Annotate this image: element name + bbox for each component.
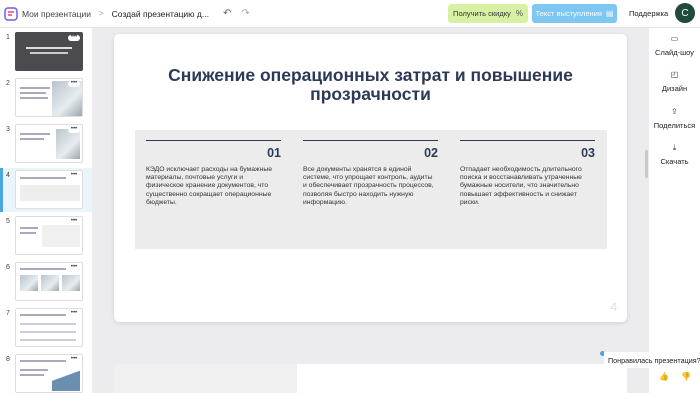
thumbnail-number: 1 [6, 34, 10, 41]
thumbs-up-icon[interactable]: 👍 [659, 372, 669, 381]
thumbnail-number: 3 [6, 126, 10, 133]
more-options-icon[interactable]: ••• [68, 126, 80, 133]
more-options-icon[interactable]: ••• [68, 80, 80, 87]
thumbnail-preview[interactable]: ••• [15, 32, 83, 71]
slideshow-label: Слайд-шоу [655, 48, 694, 57]
speech-text-button[interactable]: Текст выступления ▤ [532, 4, 617, 23]
column-divider [303, 140, 438, 141]
download-button[interactable]: ⤓ Скачать [649, 143, 700, 166]
design-button[interactable]: ◰ Дизайн [649, 70, 700, 93]
presentation-title[interactable]: Создай презентацию д... [112, 9, 209, 19]
monitor-icon: ▭ [670, 34, 679, 43]
more-options-icon[interactable]: ••• [68, 310, 80, 317]
thumbnail-number: 5 [6, 218, 10, 225]
column-number: 03 [581, 146, 595, 160]
column-number: 02 [424, 146, 438, 160]
column-text[interactable]: Все документы хранятся в единой системе,… [303, 166, 438, 207]
share-button[interactable]: ⇪ Поделиться [649, 107, 700, 130]
thumbnail-preview[interactable]: ••• [15, 354, 83, 393]
slide-canvas[interactable]: Снижение операционных затрат и повышение… [114, 34, 627, 322]
slide-thumbnails-panel: 1 ••• 2 ••• 3 ••• 4 ••• 5 ••• 6 ••• 7 ••… [0, 28, 92, 393]
column-text[interactable]: КЭДО исключает расходы на бумажные матер… [146, 166, 281, 207]
next-slide-panel [114, 364, 297, 393]
next-slide-preview[interactable] [114, 364, 627, 393]
column-divider [146, 140, 281, 141]
thumbnail-slide-3[interactable]: 3 ••• [0, 122, 92, 166]
column-number: 01 [267, 146, 281, 160]
thumbnail-slide-1[interactable]: 1 ••• [0, 30, 92, 74]
chevron-right-icon: > [99, 9, 104, 18]
thumbnail-number: 8 [6, 356, 10, 363]
more-options-icon[interactable]: ••• [68, 172, 80, 179]
download-icon: ⤓ [672, 143, 677, 152]
design-label: Дизайн [661, 84, 688, 93]
thumbnail-slide-8[interactable]: 8 ••• [0, 352, 92, 393]
more-options-icon[interactable]: ••• [68, 356, 80, 363]
top-bar: Мои презентации > Создай презентацию д..… [0, 0, 700, 28]
speech-icon: ▤ [605, 9, 614, 18]
share-icon: ⇪ [671, 107, 678, 116]
thumbnail-number: 6 [6, 264, 10, 271]
thumbnail-number: 2 [6, 80, 10, 87]
percent-icon: % [515, 9, 523, 18]
thumbs-down-icon[interactable]: 👎 [681, 372, 691, 381]
more-options-icon[interactable]: ••• [68, 218, 80, 225]
slideshow-button[interactable]: ▭ Слайд-шоу [649, 34, 700, 57]
column-text[interactable]: Отпадает необходимость длительного поиск… [460, 166, 595, 207]
thumbnail-preview[interactable]: ••• [15, 78, 83, 117]
get-discount-button[interactable]: Получить скидку % [448, 4, 528, 23]
column-divider [460, 140, 595, 141]
thumbnail-preview[interactable]: ••• [15, 262, 83, 301]
feedback-prompt: Понравилась презентация? [604, 352, 700, 368]
thumbnail-preview[interactable]: ••• [15, 216, 83, 255]
thumbnail-preview[interactable]: ••• [15, 124, 83, 163]
undo-icon[interactable]: ↶ [223, 8, 231, 19]
thumbnail-number: 4 [6, 172, 10, 179]
right-toolbar: ▭ Слайд-шоу ◰ Дизайн ⇪ Поделиться ⤓ Скач… [649, 28, 700, 393]
app-logo-icon[interactable] [4, 6, 18, 21]
thumbnail-slide-7[interactable]: 7 ••• [0, 306, 92, 350]
speech-text-label: Текст выступления [535, 9, 602, 18]
thumbnail-number: 7 [6, 310, 10, 317]
download-label: Скачать [660, 157, 689, 166]
slide-page-number: 4 [610, 300, 617, 314]
thumbnail-slide-2[interactable]: 2 ••• [0, 76, 92, 120]
thumbnail-slide-6[interactable]: 6 ••• [0, 260, 92, 304]
avatar[interactable]: C [675, 3, 695, 23]
content-panel[interactable]: 01 КЭДО исключает расходы на бумажные ма… [135, 130, 607, 249]
more-options-icon[interactable]: ••• [68, 264, 80, 271]
breadcrumb-my-presentations[interactable]: Мои презентации [22, 9, 91, 19]
more-options-icon[interactable]: ••• [68, 34, 80, 41]
thumbnail-slide-5[interactable]: 5 ••• [0, 214, 92, 258]
palette-icon: ◰ [670, 70, 679, 79]
get-discount-label: Получить скидку [453, 9, 511, 18]
scrollbar[interactable] [645, 150, 648, 178]
slide-title[interactable]: Снижение операционных затрат и повышение… [134, 66, 607, 104]
share-label: Поделиться [653, 121, 696, 130]
thumbnail-slide-4[interactable]: 4 ••• [0, 168, 92, 212]
support-link[interactable]: Поддержка [629, 9, 668, 18]
thumbnail-preview[interactable]: ••• [15, 308, 83, 347]
thumbnail-preview[interactable]: ••• [15, 170, 83, 209]
redo-icon[interactable]: ↷ [241, 8, 249, 19]
